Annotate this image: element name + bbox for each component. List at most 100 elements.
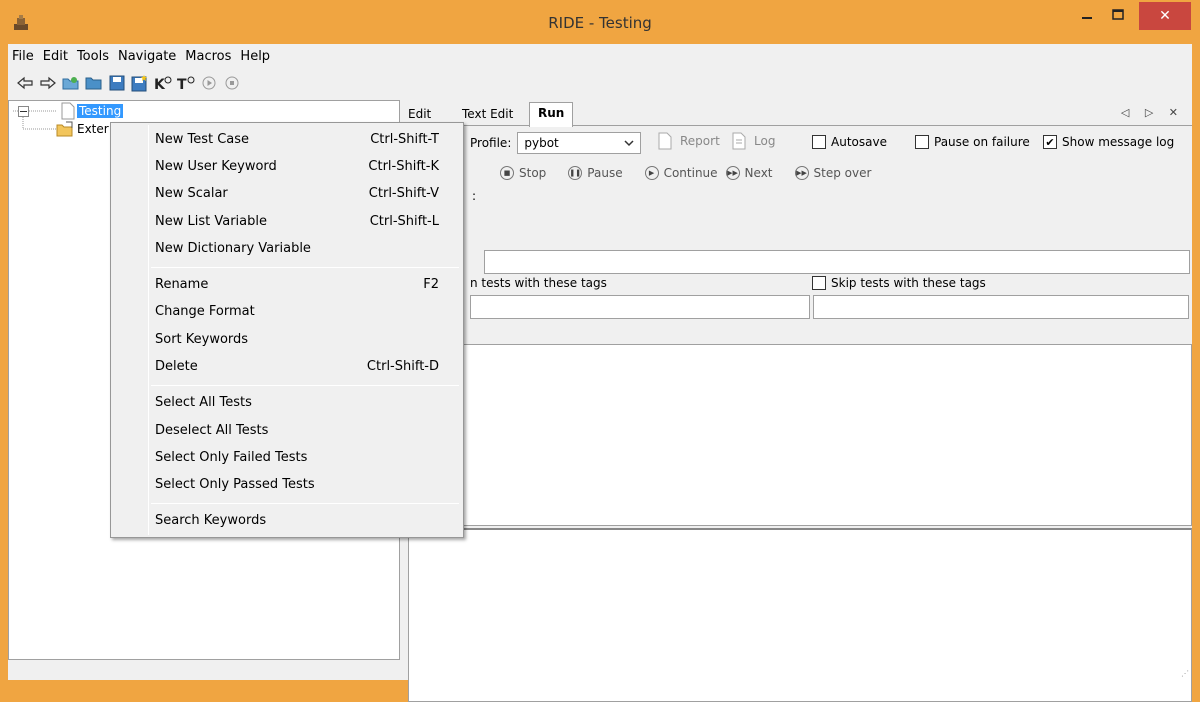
menu-item-new-scalar[interactable]: New Scalar Ctrl-Shift-V [111,181,463,207]
menu-item-new-test-case[interactable]: New Test Case Ctrl-Shift-T [111,127,463,153]
pause-button[interactable]: ❚❚ Pause [568,166,623,180]
skip-tags-checkbox[interactable] [812,276,826,290]
log-icon [732,132,746,150]
stop-icon [225,76,239,90]
tree-node-external-resources[interactable]: Exter [56,120,109,138]
menu-item-new-dictionary-variable[interactable]: New Dictionary Variable [111,236,463,262]
forward-button[interactable] [37,72,59,94]
next-button[interactable]: ▶▶ Next [725,166,773,180]
run-icon [202,76,216,90]
exclude-tags-option[interactable]: Skip tests with these tags [812,276,986,290]
close-button[interactable]: ✕ [1139,2,1191,30]
play-icon: ▶ [644,166,659,180]
minimize-icon [1082,17,1092,19]
app-window: RIDE - Testing ✕ File Edit Tools Navigat… [0,0,1200,702]
menu-item-delete[interactable]: Delete Ctrl-Shift-D [111,354,463,380]
report-label: Report [680,134,720,148]
search-tests-icon: T [177,76,195,91]
editor-panel: Edit Text Edit Run ◁ ▷ ✕ Profile: pybot … [400,100,1192,702]
open-directory-button[interactable] [60,72,82,94]
tree-node-testing[interactable]: Testing [18,102,124,120]
menu-help[interactable]: Help [240,49,270,64]
search-keywords-button[interactable]: K [152,72,174,94]
open-folder-icon [85,77,102,90]
report-button[interactable]: Report [658,132,720,150]
show-message-log-checkbox[interactable]: ✔ [1043,135,1057,149]
save-all-icon [131,75,147,92]
menu-item-new-list-variable[interactable]: New List Variable Ctrl-Shift-L [111,209,463,235]
close-icon: ✕ [1159,8,1171,24]
maximize-button[interactable] [1102,2,1134,30]
checkmark-icon: ✔ [1045,135,1055,149]
menu-item-select-all-tests[interactable]: Select All Tests [111,390,463,416]
report-icon [658,132,672,150]
arguments-input[interactable] [484,250,1190,274]
fast-forward-icon: ▶▶ [725,166,740,180]
profile-value: pybot [524,136,559,150]
menu-item-sort-keywords[interactable]: Sort Keywords [111,327,463,353]
menu-separator [151,267,459,268]
save-icon [109,75,125,91]
run-controls: ■ Stop ❚❚ Pause ▶ Continue ▶▶ Next ▶▶ Step ov… [500,166,893,180]
back-button[interactable] [14,72,36,94]
pause-on-failure-option[interactable]: Pause on failure [915,135,1030,149]
autosave-checkbox[interactable] [812,135,826,149]
include-tags-label: n tests with these tags [470,276,607,290]
status-bar: ⋰ [8,662,1192,680]
continue-button[interactable]: ▶ Continue [644,166,718,180]
menu-edit[interactable]: Edit [43,49,68,64]
stop-tests-button[interactable] [221,72,243,94]
menu-file[interactable]: File [12,49,34,64]
pause-on-failure-label: Pause on failure [934,135,1030,149]
minimize-button[interactable] [1072,2,1102,30]
stop-button[interactable]: ■ Stop [500,166,546,180]
menu-separator [151,385,459,386]
save-all-button[interactable] [129,72,151,94]
resize-grip-icon[interactable]: ⋰ [1181,669,1189,678]
open-button[interactable] [83,72,105,94]
tree-node-label: Testing [77,104,124,118]
menu-item-deselect-all-tests[interactable]: Deselect All Tests [111,418,463,444]
stop-icon: ■ [500,166,514,180]
menu-item-change-format[interactable]: Change Format [111,299,463,325]
menu-item-new-user-keyword[interactable]: New User Keyword Ctrl-Shift-K [111,154,463,180]
menu-item-select-only-passed-tests[interactable]: Select Only Passed Tests [111,472,463,498]
show-message-log-option[interactable]: ✔ Show message log [1043,135,1174,149]
log-button[interactable]: Log [732,132,775,150]
run-tests-button[interactable] [198,72,220,94]
profile-row: Profile: pybot [470,132,642,154]
window-title: RIDE - Testing [548,14,652,32]
menu-macros[interactable]: Macros [185,49,231,64]
tree-node-label: Exter [77,122,109,136]
menu-item-rename[interactable]: Rename F2 [111,272,463,298]
menu-bar: File Edit Tools Navigate Macros Help [8,44,1192,68]
profile-select[interactable]: pybot [517,132,642,154]
open-directory-icon [62,77,79,90]
chevron-down-icon [624,140,634,147]
arguments-label: : [472,189,477,203]
menu-item-select-only-failed-tests[interactable]: Select Only Failed Tests [111,445,463,471]
editor-tabs: Edit Text Edit Run ◁ ▷ ✕ [400,100,1192,127]
output-console[interactable] [408,344,1192,526]
tab-text-edit[interactable]: Text Edit [454,104,521,126]
menu-item-search-keywords[interactable]: Search Keywords [111,508,463,534]
collapse-icon[interactable] [18,105,29,117]
file-icon [61,102,75,120]
tab-run[interactable]: Run [529,102,574,127]
pause-on-failure-checkbox[interactable] [915,135,929,149]
autosave-option[interactable]: Autosave [812,135,887,149]
arrow-right-icon [40,76,56,90]
test-letter: T [177,77,187,91]
menu-tools[interactable]: Tools [77,49,109,64]
save-button[interactable] [106,72,128,94]
menu-separator [151,503,459,504]
step-over-button[interactable]: ▶▶ Step over [794,166,871,180]
menu-navigate[interactable]: Navigate [118,49,176,64]
title-bar[interactable]: RIDE - Testing ✕ [0,0,1200,44]
tab-controls[interactable]: ◁ ▷ ✕ [1121,106,1184,119]
include-tags-input[interactable] [470,295,810,319]
search-tests-button[interactable]: T [175,72,197,94]
toolbar: K T [8,70,1192,96]
autosave-label: Autosave [831,135,887,149]
exclude-tags-input[interactable] [813,295,1189,319]
